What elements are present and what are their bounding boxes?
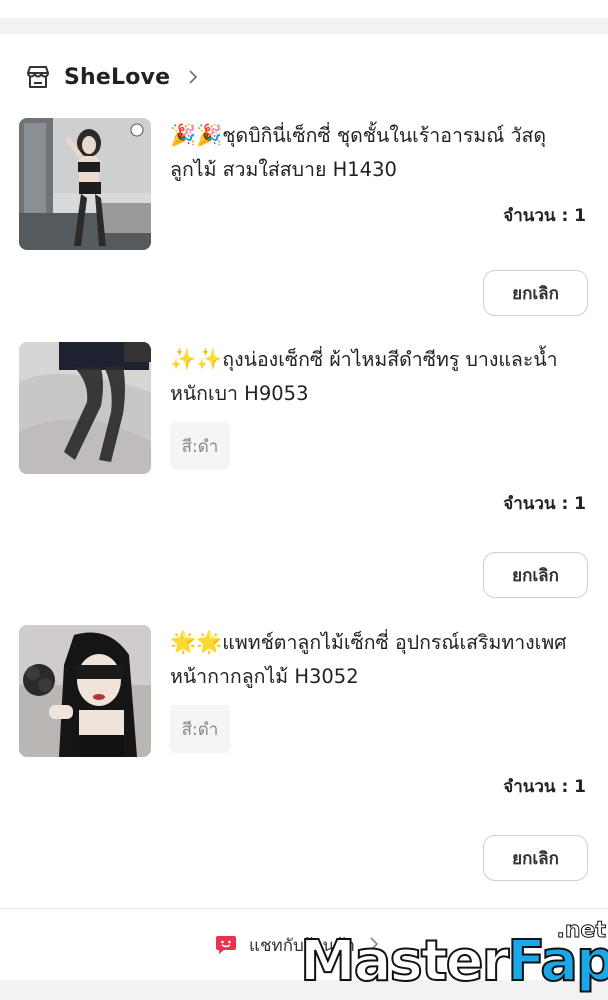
product-title-text: ชุดบิกินี่เซ็กซี่ ชุดชั้นในเร้าอารมณ์ วั… xyxy=(170,124,547,181)
quantity-label: จำนวน : 1 xyxy=(503,206,586,226)
variant-chip: สี:ดำ xyxy=(170,422,230,470)
product-title-text: ถุงน่องเซ็กซี่ ผ้าไหมสีดำซีทรู บางและน้ำ… xyxy=(170,348,558,405)
cancel-button[interactable]: ยกเลิก xyxy=(483,835,588,881)
product-title-text: แพทช์ตาลูกไม้เซ็กซี่ อุปกรณ์เสริมทางเพศ … xyxy=(170,631,567,688)
product-title[interactable]: ✨✨ถุงน่องเซ็กซี่ ผ้าไหมสีดำซีทรู บางและน… xyxy=(170,342,592,411)
shop-name: SheLove xyxy=(64,64,171,90)
order-item[interactable]: 🌟🌟แพทช์ตาลูกไม้เซ็กซี่ อุปกรณ์เสริมทางเพ… xyxy=(0,625,608,885)
title-emoji: 🎉🎉 xyxy=(170,123,223,147)
product-image[interactable] xyxy=(19,118,151,250)
order-item[interactable]: 🎉🎉ชุดบิกินี่เซ็กซี่ ชุดชั้นในเร้าอารมณ์ … xyxy=(0,118,608,318)
top-separator xyxy=(0,0,608,34)
title-emoji: ✨✨ xyxy=(170,347,223,371)
cancel-button[interactable]: ยกเลิก xyxy=(483,270,588,316)
quantity-label: จำนวน : 1 xyxy=(503,494,586,514)
title-emoji: 🌟🌟 xyxy=(170,630,223,654)
variant-chip: สี:ดำ xyxy=(170,705,230,753)
watermark-suffix: .net xyxy=(556,918,606,944)
product-image[interactable] xyxy=(19,342,151,474)
store-icon xyxy=(24,63,52,91)
shop-header[interactable]: SheLove xyxy=(24,60,202,94)
order-item[interactable]: ✨✨ถุงน่องเซ็กซี่ ผ้าไหมสีดำซีทรู บางและน… xyxy=(0,342,608,602)
chat-bubble-icon xyxy=(215,935,237,955)
product-image[interactable] xyxy=(19,625,151,757)
product-title[interactable]: 🎉🎉ชุดบิกินี่เซ็กซี่ ชุดชั้นในเร้าอารมณ์ … xyxy=(170,118,592,187)
quantity-label: จำนวน : 1 xyxy=(503,777,586,797)
product-title[interactable]: 🌟🌟แพทช์ตาลูกไม้เซ็กซี่ อุปกรณ์เสริมทางเพ… xyxy=(170,625,592,694)
chevron-right-icon xyxy=(188,67,202,87)
watermark: MasterFap .net xyxy=(299,918,608,1000)
cancel-button[interactable]: ยกเลิก xyxy=(483,552,588,598)
